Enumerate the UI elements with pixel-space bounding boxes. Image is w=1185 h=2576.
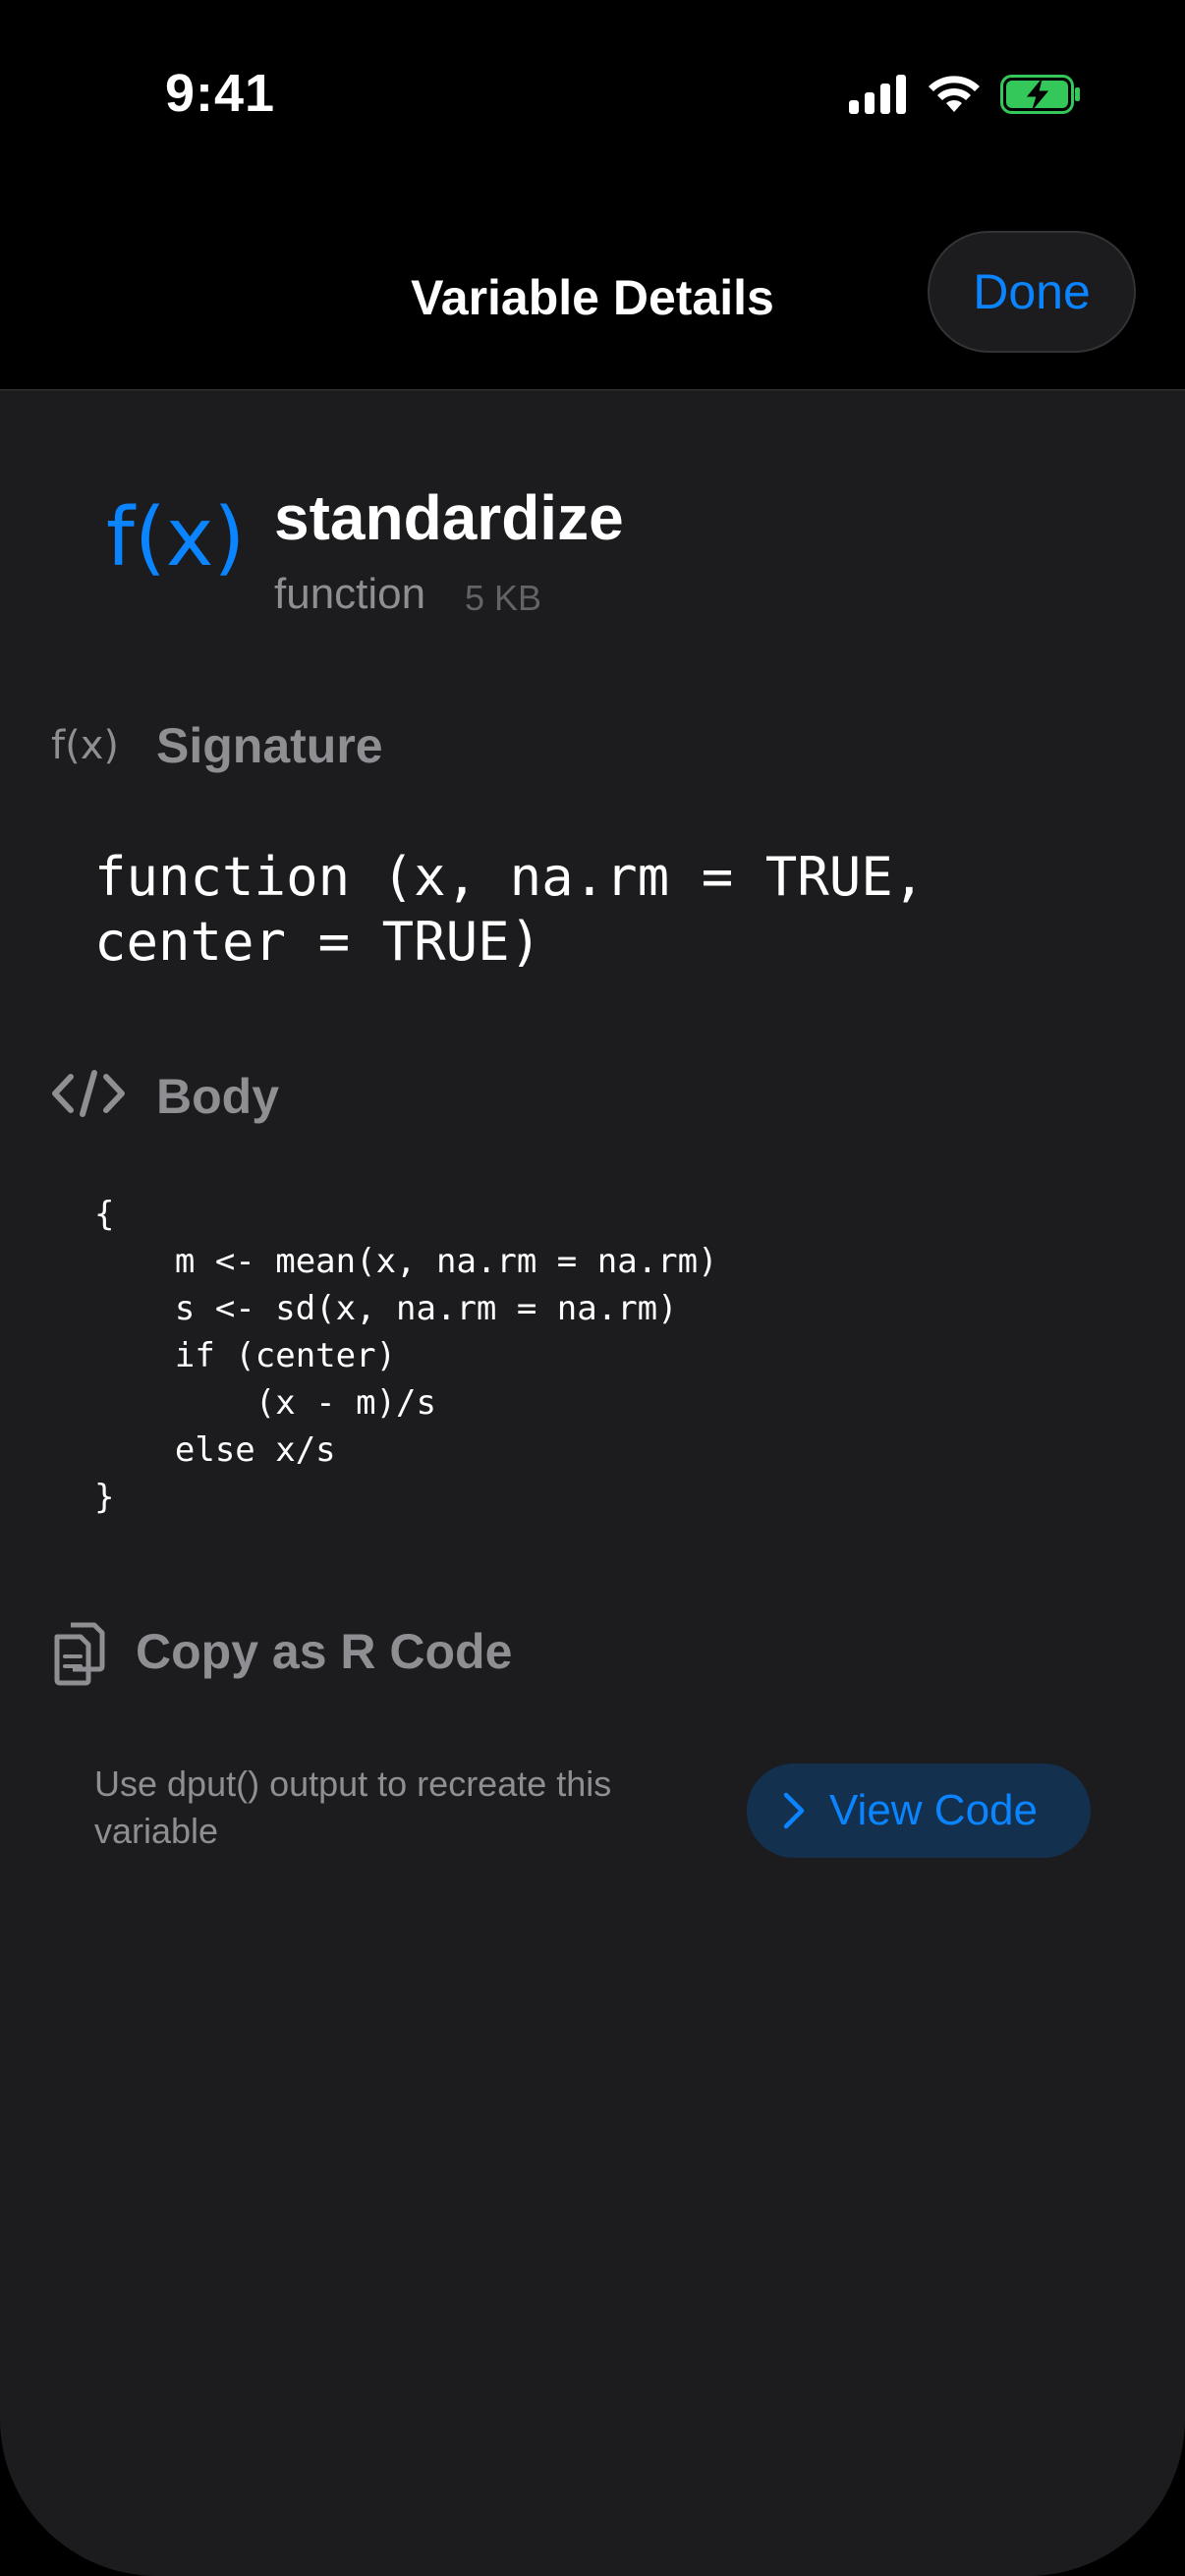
variable-size: 5 KB (465, 578, 542, 618)
variable-header: f(x) standardize function 5 KB (0, 481, 1185, 639)
wifi-icon (928, 75, 981, 119)
battery-charging-icon (1000, 75, 1081, 119)
cellular-signal-icon (849, 75, 908, 119)
status-icons (849, 75, 1081, 119)
body-section-title: Body (156, 1069, 279, 1124)
chevron-right-icon (782, 1791, 806, 1830)
done-button[interactable]: Done (928, 231, 1136, 353)
signature-section-title: Signature (156, 718, 383, 773)
function-icon: f(x) (51, 723, 119, 768)
copy-description: Use dput() output to recreate this varia… (94, 1764, 612, 1851)
signature-code: function (x, na.rm = TRUE, center = TRUE… (94, 846, 926, 973)
variable-name: standardize (274, 482, 624, 553)
nav-bar: Variable Details Done (0, 187, 1185, 391)
variable-details-sheet: Variable Details Done f(x) standardize f… (0, 187, 1185, 2576)
variable-type: function (274, 570, 426, 618)
function-icon: f(x) (106, 491, 246, 585)
copy-section-title: Copy as R Code (136, 1624, 513, 1679)
view-code-button[interactable]: View Code (747, 1764, 1091, 1858)
body-code: { m <- mean(x, na.rm = na.rm) s <- sd(x,… (94, 1195, 718, 1517)
status-bar: 9:41 (0, 0, 1185, 196)
view-code-label: View Code (829, 1786, 1038, 1834)
status-time: 9:41 (165, 64, 276, 123)
copy-document-icon (51, 1621, 106, 1691)
code-brackets-icon (51, 1069, 126, 1123)
